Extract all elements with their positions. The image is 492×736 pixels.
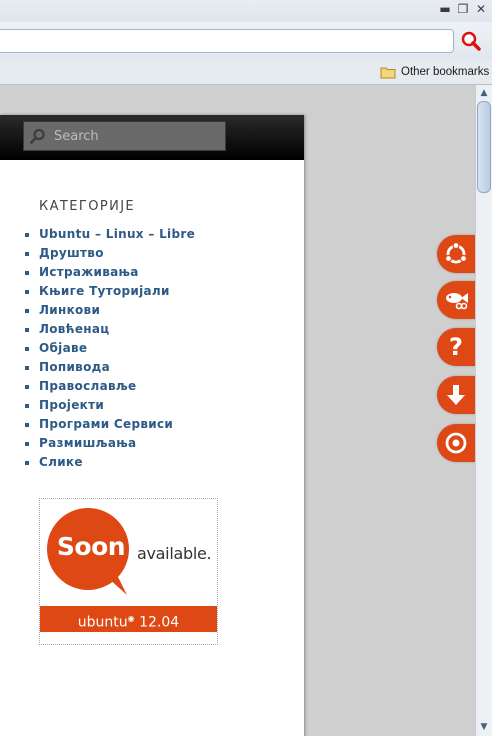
browser-toolbar (0, 22, 492, 60)
restore-icon[interactable]: ❐ (456, 2, 470, 16)
category-link[interactable]: Ubuntu – Linux – Libre (24, 225, 195, 244)
close-icon[interactable]: ✕ (474, 2, 488, 16)
scrollbar-thumb[interactable] (477, 101, 491, 193)
category-link[interactable]: Књиге Туторијали (24, 282, 195, 301)
fish-icon (446, 293, 468, 310)
ubuntu-version: 12.04 (139, 614, 180, 631)
site-header-bar (0, 115, 304, 160)
categories-heading: КАТЕГОРИЈЕ (39, 199, 136, 214)
folder-icon (380, 67, 396, 78)
help-side-button[interactable]: ? (437, 328, 475, 366)
category-link[interactable]: Ловћенац (24, 320, 195, 339)
category-link[interactable]: Програми Сервиси (24, 415, 195, 434)
category-link[interactable]: Пројекти (24, 396, 195, 415)
page-viewport: КАТЕГОРИЈЕ Ubuntu – Linux – Libre Друштв… (0, 85, 475, 736)
other-bookmarks-label: Other bookmarks (401, 66, 490, 78)
ubuntu-side-button[interactable] (437, 235, 475, 273)
content-card: КАТЕГОРИЈЕ Ubuntu – Linux – Libre Друштв… (0, 115, 304, 736)
other-bookmarks-button[interactable]: Other bookmarks (380, 62, 489, 82)
category-link[interactable]: Друштво (24, 244, 195, 263)
address-bar[interactable] (0, 29, 454, 53)
download-arrow-icon (447, 385, 465, 405)
available-text: available. (137, 544, 212, 563)
circle-of-friends-icon: ◉ (127, 614, 135, 623)
target-side-button[interactable] (437, 424, 475, 462)
category-link[interactable]: Објаве (24, 339, 195, 358)
category-link[interactable]: Слике (24, 453, 195, 472)
scroll-up-arrow-icon[interactable]: ▲ (477, 86, 491, 100)
search-box (23, 121, 226, 151)
window-titlebar: ▬ ❐ ✕ (0, 0, 492, 22)
search-input[interactable] (52, 127, 216, 145)
category-link[interactable]: Истраживања (24, 263, 195, 282)
category-link[interactable]: Православље (24, 377, 195, 396)
search-engine-icon[interactable] (460, 30, 482, 52)
scroll-down-arrow-icon[interactable]: ▼ (477, 720, 491, 734)
categories-list: Ubuntu – Linux – Libre Друштво Истражива… (24, 225, 195, 472)
minimize-icon[interactable]: ▬ (438, 2, 452, 16)
ubuntu-release-banner[interactable]: Soon available. ubuntu◉ 12.04 (39, 498, 218, 645)
search-icon (30, 128, 45, 144)
ubuntu-logo-icon (444, 241, 468, 264)
soon-text: Soon (56, 532, 126, 561)
vertical-scrollbar[interactable]: ▲ ▼ (475, 85, 492, 736)
ubuntu-brand: ubuntu (77, 614, 128, 631)
download-side-button[interactable] (437, 376, 475, 414)
target-icon (445, 432, 467, 454)
bookmarks-bar: Other bookmarks (0, 60, 492, 85)
ubuntu-version-bar: ubuntu◉ 12.04 (40, 606, 217, 632)
category-link[interactable]: Размишљања (24, 434, 195, 453)
fish-side-button[interactable] (437, 281, 475, 319)
category-link[interactable]: Попивода (24, 358, 195, 377)
category-link[interactable]: Линкови (24, 301, 195, 320)
question-icon: ? (449, 333, 463, 361)
